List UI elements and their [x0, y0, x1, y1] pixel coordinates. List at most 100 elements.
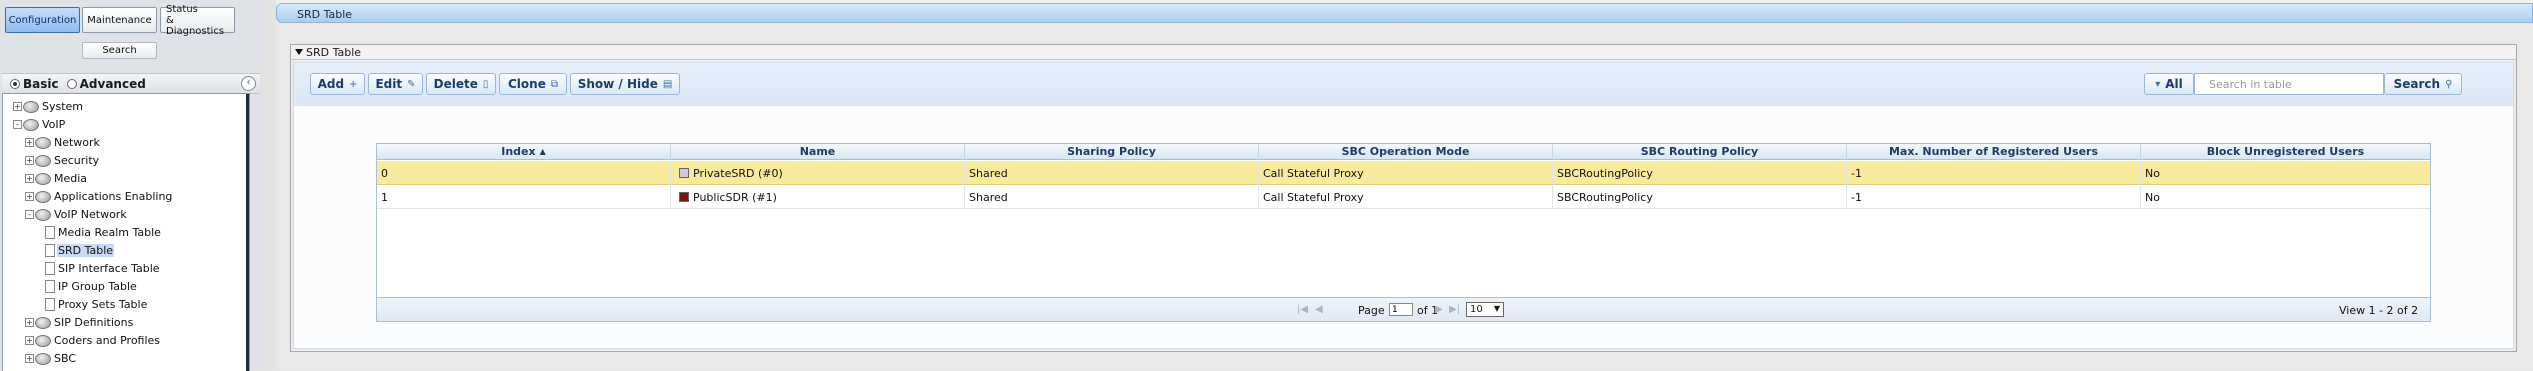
- basic-label[interactable]: Basic: [23, 77, 59, 91]
- expand-icon[interactable]: +: [25, 138, 34, 147]
- view-range-label: View 1 - 2 of 2: [2339, 304, 2419, 317]
- cell-index: 0: [377, 161, 671, 185]
- clone-button[interactable]: Clone ⧉: [499, 73, 567, 95]
- cell-name: PublicSDR (#1): [671, 185, 965, 209]
- tree-scrollbar[interactable]: [246, 94, 249, 371]
- nav-search-button[interactable]: Search: [82, 42, 157, 59]
- plus-icon: +: [349, 78, 358, 90]
- cell-block-unregistered-users: No: [2145, 166, 2160, 180]
- folder-icon: [35, 172, 51, 185]
- tree-node-ip-group-table[interactable]: IP Group Table: [45, 278, 138, 295]
- show-hide-button[interactable]: Show / Hide ▤: [570, 73, 680, 95]
- magnifier-icon: ⚲: [2445, 78, 2453, 90]
- table-pager: |◀ ◀ Page of 1 ▶ ▶| 10▼ View 1 - 2 of 2: [377, 297, 2430, 321]
- column-header-sbc-routing-policy[interactable]: SBC Routing Policy: [1553, 144, 1847, 160]
- page-icon: [45, 262, 55, 275]
- expand-icon[interactable]: +: [13, 102, 22, 111]
- status-diagnostics-tab[interactable]: Status & Diagnostics: [160, 4, 235, 37]
- column-header-sbc-operation-mode[interactable]: SBC Operation Mode: [1259, 144, 1553, 160]
- folder-icon: [35, 154, 51, 167]
- collapse-nav-icon[interactable]: ‹: [241, 76, 256, 91]
- tree-node-system[interactable]: + System: [13, 98, 84, 115]
- tree-node-voip-network[interactable]: - VoIP Network: [25, 206, 128, 223]
- first-page-icon[interactable]: |◀: [1297, 304, 1308, 315]
- srd-table-section: SRD Table Add + Edit ✎ Delete ▯ Clone ⧉ Show…: [290, 44, 2517, 352]
- chevron-down-icon: ▼: [1493, 304, 1500, 313]
- tree-node-security[interactable]: + Security: [25, 152, 100, 169]
- folder-icon: [35, 316, 51, 329]
- configuration-tab[interactable]: Configuration: [5, 7, 80, 33]
- page-title: SRD Table: [297, 8, 353, 21]
- section-header[interactable]: SRD Table: [291, 45, 2516, 60]
- table-panel: Add + Edit ✎ Delete ▯ Clone ⧉ Show / Hide ▤ ▾…: [293, 62, 2514, 349]
- cell-sbc-operation-mode: Call Stateful Proxy: [1259, 185, 1553, 209]
- column-header-index[interactable]: Index ▲: [377, 144, 671, 160]
- srd-color-swatch: [679, 192, 689, 202]
- collapse-icon[interactable]: -: [25, 210, 34, 219]
- pencil-icon: ✎: [407, 78, 416, 90]
- tree-node-proxy-sets-table[interactable]: Proxy Sets Table: [45, 296, 148, 313]
- rows-per-page-select[interactable]: 10 ▼: [1466, 302, 1504, 317]
- tree-node-media[interactable]: + Media: [25, 170, 88, 187]
- cell-sbc-routing-policy: SBCRoutingPolicy: [1553, 185, 1847, 209]
- content-area: SRD Table Add + Edit ✎ Delete ▯ Clone ⧉ Show…: [276, 23, 2533, 370]
- tree-node-voip[interactable]: - VoIP: [13, 116, 66, 133]
- tree-node-media-realm-table[interactable]: Media Realm Table: [45, 224, 162, 241]
- cell-block-unregistered-users: No: [2145, 190, 2160, 204]
- last-page-icon[interactable]: ▶|: [1449, 304, 1460, 315]
- page-title-bar: SRD Table: [276, 3, 2533, 23]
- basic-radio[interactable]: [10, 78, 20, 89]
- maintenance-tab[interactable]: Maintenance: [82, 7, 157, 33]
- edit-button[interactable]: Edit ✎: [368, 73, 423, 95]
- column-header-block-unregistered-users[interactable]: Block Unregistered Users: [2141, 144, 2430, 160]
- page-icon: [45, 280, 55, 293]
- sort-ascending-icon: ▲: [539, 147, 546, 156]
- tree-node-coders-and-profiles[interactable]: + Coders and Profiles: [25, 332, 161, 349]
- folder-icon: [35, 136, 51, 149]
- column-header-max-registered-users[interactable]: Max. Number of Registered Users: [1847, 144, 2141, 160]
- prev-page-icon[interactable]: ◀: [1315, 304, 1323, 315]
- tree-node-sip-interface-table[interactable]: SIP Interface Table: [45, 260, 161, 277]
- tree-node-applications-enabling[interactable]: + Applications Enabling: [25, 188, 173, 205]
- columns-icon: ▤: [662, 78, 673, 90]
- table-row[interactable]: 0 PrivateSRD (#0) Shared Call Stateful P…: [377, 161, 2430, 185]
- cell-max-registered-users: -1: [1847, 185, 2141, 209]
- page-icon: [45, 226, 55, 239]
- folder-icon: [23, 118, 39, 131]
- advanced-radio[interactable]: [66, 78, 77, 89]
- add-button[interactable]: Add +: [310, 73, 365, 95]
- cell-name: PrivateSRD (#0): [671, 161, 965, 185]
- page-number-input[interactable]: [1389, 303, 1413, 316]
- trash-icon: ▯: [482, 78, 489, 90]
- expand-icon[interactable]: +: [25, 174, 34, 183]
- column-header-sharing-policy[interactable]: Sharing Policy: [965, 144, 1259, 160]
- tree-node-srd-table[interactable]: SRD Table: [45, 242, 115, 259]
- collapse-triangle-icon[interactable]: [295, 49, 303, 55]
- column-header-name[interactable]: Name: [671, 144, 965, 160]
- expand-icon[interactable]: +: [25, 336, 34, 345]
- page-icon: [45, 244, 55, 257]
- cell-sharing-policy: Shared: [965, 185, 1259, 209]
- tree-node-network[interactable]: + Network: [25, 134, 101, 151]
- table-search-button[interactable]: Search ⚲: [2384, 73, 2462, 95]
- next-page-icon[interactable]: ▶: [1435, 304, 1443, 315]
- expand-icon[interactable]: +: [25, 318, 34, 327]
- cell-sbc-routing-policy: SBCRoutingPolicy: [1553, 161, 1847, 185]
- all-filter-button[interactable]: ▾ All: [2144, 73, 2194, 95]
- cell-sbc-operation-mode: Call Stateful Proxy: [1259, 161, 1553, 185]
- nav-tree: + System - VoIP + Network + Security + Media …: [2, 93, 250, 371]
- expand-icon[interactable]: +: [25, 156, 34, 165]
- collapse-icon[interactable]: -: [13, 120, 22, 129]
- filter-dropdown-icon: ▾: [2155, 78, 2161, 90]
- delete-button[interactable]: Delete ▯: [426, 73, 496, 95]
- table-search-input[interactable]: [2194, 73, 2384, 95]
- cell-max-registered-users: -1: [1847, 161, 2141, 185]
- expand-icon[interactable]: +: [25, 192, 34, 201]
- tree-node-sbc[interactable]: + SBC: [25, 350, 77, 367]
- section-title: SRD Table: [306, 45, 362, 59]
- tree-node-sip-definitions[interactable]: + SIP Definitions: [25, 314, 134, 331]
- expand-icon[interactable]: +: [25, 354, 34, 363]
- folder-icon: [35, 190, 51, 203]
- table-row[interactable]: 1 PublicSDR (#1) Shared Call Stateful Pr…: [377, 185, 2430, 209]
- advanced-label[interactable]: Advanced: [80, 77, 146, 91]
